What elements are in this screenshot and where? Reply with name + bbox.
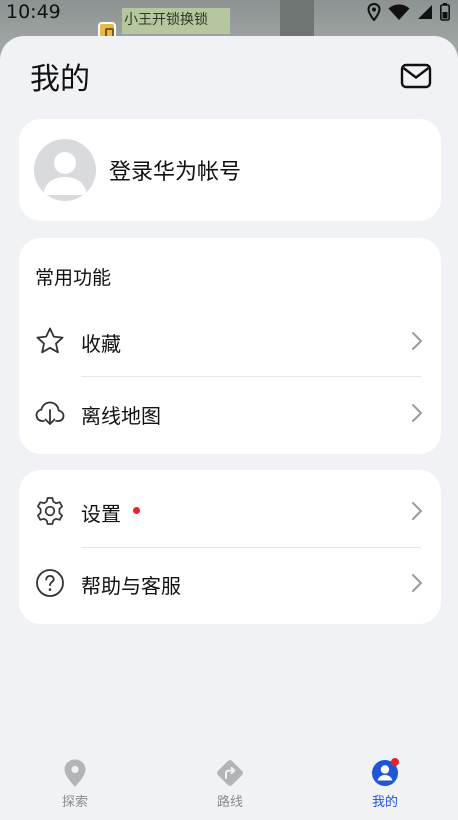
divider [81, 547, 421, 548]
row-label: 设置 [81, 502, 121, 526]
route-icon [217, 760, 243, 786]
location-status-icon [367, 3, 381, 21]
help-support-row[interactable]: 帮助与客服 [19, 552, 441, 612]
nav-label: 路线 [216, 795, 243, 810]
avatar [34, 139, 96, 201]
chevron-right-icon [412, 502, 422, 520]
status-icons [367, 3, 450, 21]
star-icon [36, 327, 64, 354]
my-page-sheet: 我的 登录华为帐号 常用功能 收藏 离线地图 设置 帮助与客服 [0, 36, 458, 820]
settings-card: 设置 帮助与客服 [19, 470, 441, 624]
tab-route[interactable]: 路线 [190, 758, 270, 818]
chevron-right-icon [412, 404, 422, 422]
status-bar: 10:49 [0, 0, 458, 28]
battery-icon [440, 3, 450, 21]
status-time: 10:49 [6, 1, 61, 23]
account-login-card[interactable]: 登录华为帐号 [19, 119, 441, 221]
offline-map-row[interactable]: 离线地图 [19, 382, 441, 442]
section-title: 常用功能 [35, 267, 112, 289]
cloud-download-icon [35, 401, 65, 425]
default-avatar-icon [43, 152, 87, 195]
bottom-navigation: 探索 路线 我的 [0, 750, 458, 820]
chevron-right-icon [412, 332, 422, 350]
gear-icon [37, 497, 63, 525]
row-label: 收藏 [81, 332, 121, 356]
page-title: 我的 [30, 62, 90, 97]
divider [81, 376, 421, 377]
help-icon [36, 569, 64, 597]
nav-label: 我的 [371, 795, 398, 810]
common-features-card: 常用功能 收藏 离线地图 [19, 238, 441, 454]
wifi-icon [388, 4, 410, 20]
notification-dot [133, 507, 140, 514]
row-label: 离线地图 [81, 404, 161, 428]
chevron-right-icon [412, 574, 422, 592]
notification-dot [391, 758, 399, 766]
location-pin-icon [64, 759, 86, 787]
favorites-row[interactable]: 收藏 [19, 310, 441, 370]
tab-mine[interactable]: 我的 [345, 758, 425, 818]
nav-label: 探索 [61, 795, 88, 810]
mail-icon[interactable] [400, 62, 432, 90]
tab-explore[interactable]: 探索 [35, 758, 115, 818]
settings-row[interactable]: 设置 [19, 480, 441, 540]
login-prompt[interactable]: 登录华为帐号 [109, 154, 241, 186]
signal-icon [418, 5, 432, 19]
row-label: 帮助与客服 [81, 574, 181, 598]
